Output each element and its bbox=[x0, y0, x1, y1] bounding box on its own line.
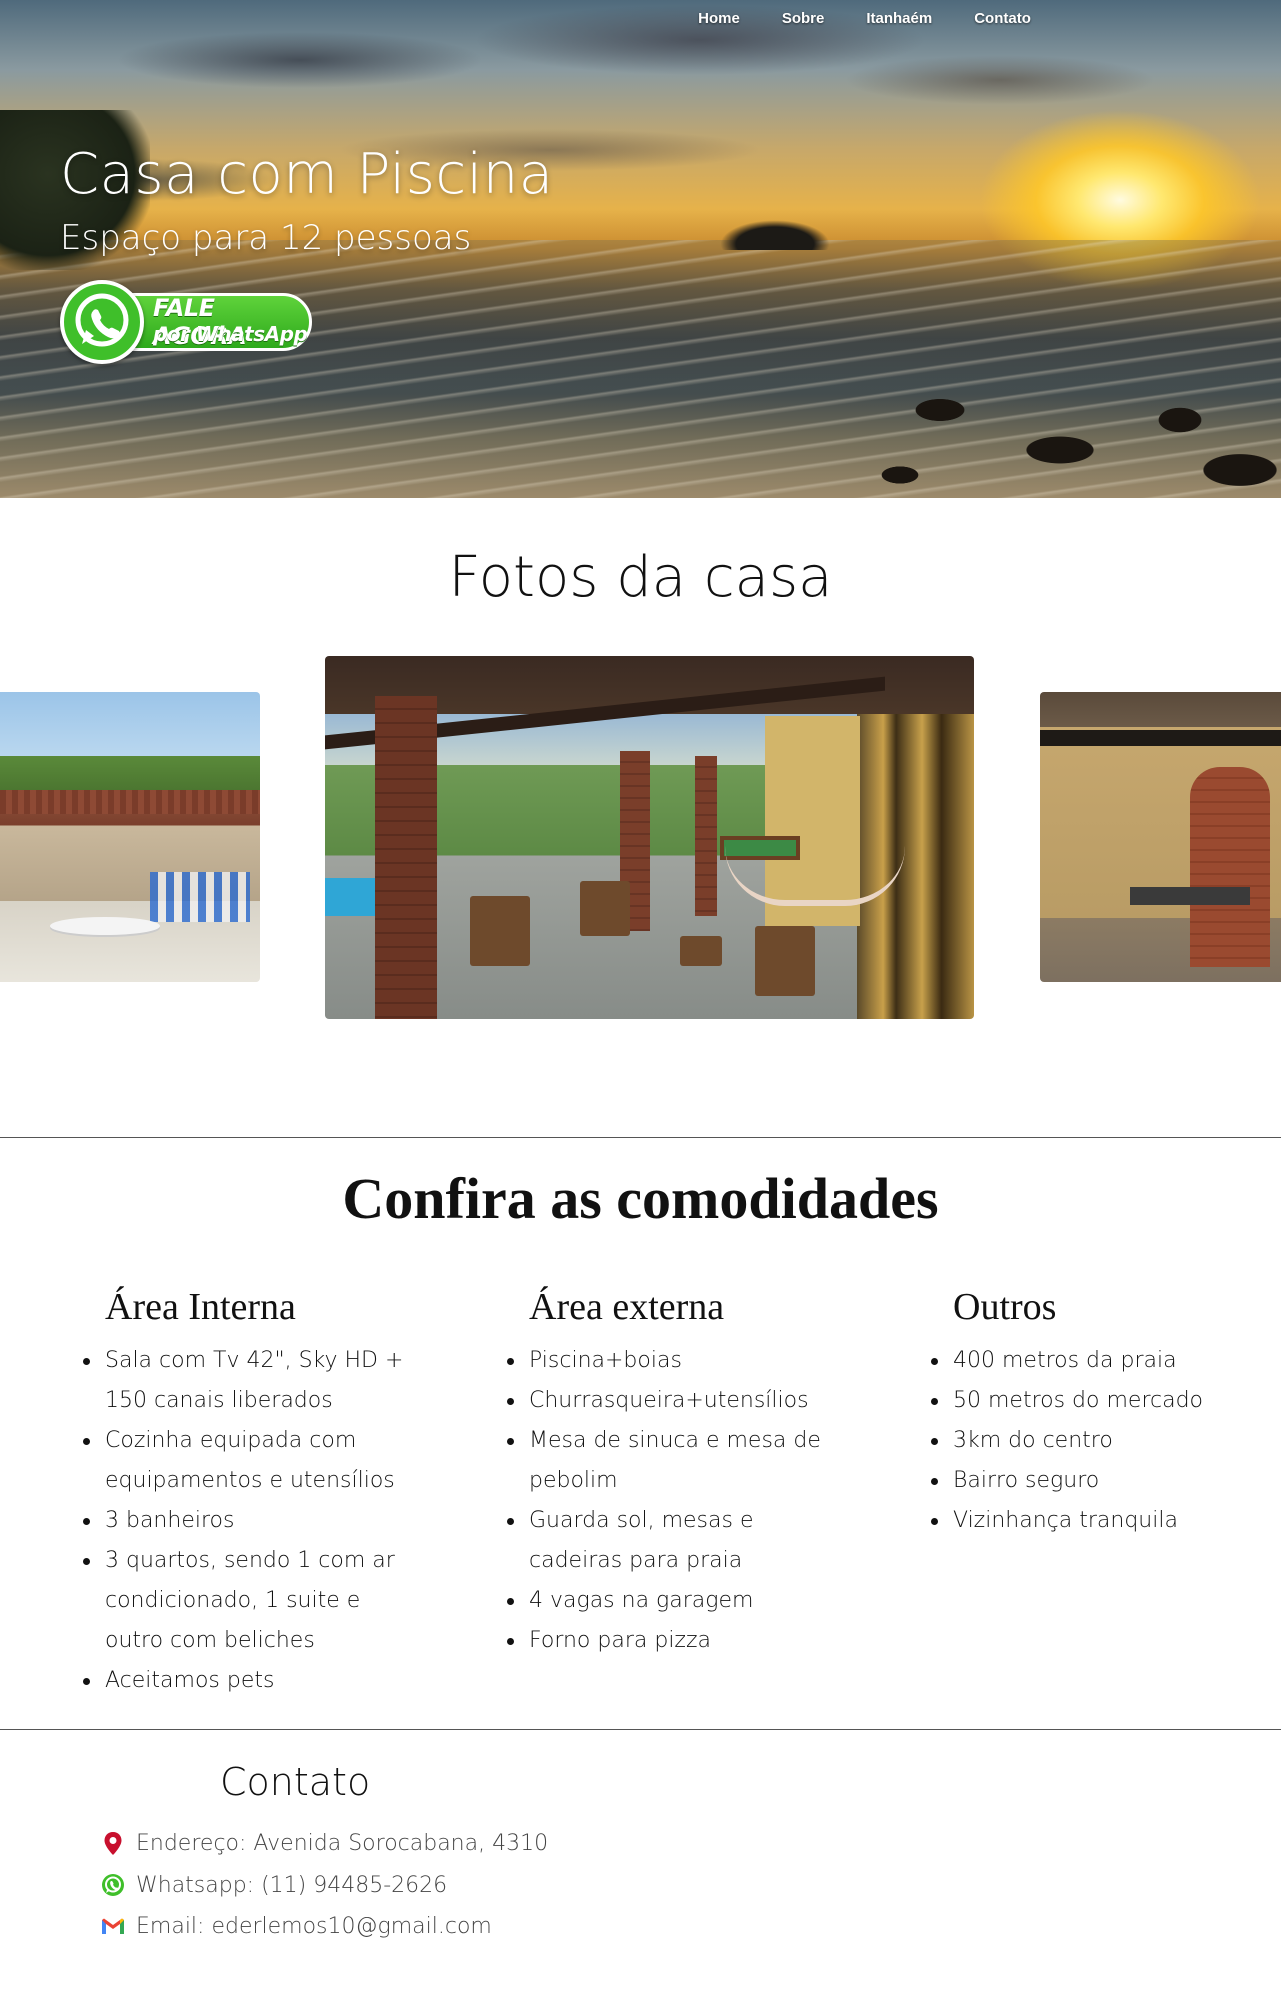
list-item: Guarda sol, mesas e cadeiras para praia bbox=[507, 1501, 837, 1581]
contact-whatsapp-text[interactable]: Whatsapp: (11) 94485-2626 bbox=[136, 1873, 447, 1898]
photos-section-title: Fotos da casa bbox=[448, 545, 833, 610]
nav-sobre[interactable]: Sobre bbox=[761, 8, 846, 29]
list-item: 4 vagas na garagem bbox=[507, 1581, 837, 1621]
list-item: Piscina+boias bbox=[507, 1341, 837, 1381]
carousel-photo-active[interactable] bbox=[325, 656, 974, 1019]
column-heading: Área Interna bbox=[105, 1286, 296, 1328]
contact-title: Contato bbox=[220, 1760, 371, 1804]
whatsapp-icon bbox=[60, 280, 144, 364]
column-heading: Outros bbox=[953, 1286, 1057, 1328]
contact-address: Endereço: Avenida Sorocabana, 4310 bbox=[100, 1830, 548, 1856]
column-heading: Área externa bbox=[529, 1286, 725, 1328]
list-item: Churrasqueira+utensílios bbox=[507, 1381, 837, 1421]
gmail-icon bbox=[100, 1913, 126, 1939]
list-item: Mesa de sinuca e mesa de pebolim bbox=[507, 1421, 837, 1501]
photo-pizza-oven bbox=[1190, 767, 1270, 967]
list-item: Aceitamos pets bbox=[83, 1661, 423, 1701]
nav-home[interactable]: Home bbox=[677, 8, 761, 29]
photo-chair bbox=[755, 926, 815, 996]
photo-beam bbox=[1040, 730, 1281, 746]
list-item: 50 metros do mercado bbox=[931, 1381, 1271, 1421]
hero-island bbox=[720, 220, 830, 250]
top-nav: Home Sobre Itanhaém Contato bbox=[0, 8, 1281, 29]
whatsapp-icon bbox=[100, 1872, 126, 1898]
photo-chair bbox=[470, 896, 530, 966]
nav-itanhaem[interactable]: Itanhaém bbox=[845, 8, 953, 29]
list-item: 400 metros da praia bbox=[931, 1341, 1271, 1381]
photo-bench bbox=[680, 936, 722, 966]
list-item: 3 banheiros bbox=[83, 1501, 423, 1541]
whatsapp-cta-line2: por WhatsApp bbox=[153, 322, 308, 346]
photo-pillar bbox=[695, 756, 717, 916]
photo-pillar bbox=[375, 696, 437, 1019]
amenities-list: Sala com Tv 42", Sky HD + 150 canais lib… bbox=[83, 1341, 423, 1701]
list-item: Sala com Tv 42", Sky HD + 150 canais lib… bbox=[83, 1341, 423, 1421]
photo-table bbox=[50, 917, 160, 935]
carousel-photo-previous[interactable] bbox=[0, 692, 260, 982]
contact-email-text[interactable]: Email: ederlemos10@gmail.com bbox=[136, 1914, 492, 1939]
contact-address-text: Endereço: Avenida Sorocabana, 4310 bbox=[136, 1830, 549, 1856]
hero-subtitle: Espaço para 12 pessoas bbox=[60, 218, 472, 258]
hero-title: Casa com Piscina bbox=[60, 142, 554, 207]
list-item: 3 quartos, sendo 1 com ar condicionado, … bbox=[83, 1541, 423, 1661]
section-divider bbox=[0, 1137, 1281, 1138]
list-item: Forno para pizza bbox=[507, 1621, 837, 1661]
amenities-column-externa: Área externa Piscina+boias Churrasqueira… bbox=[507, 1285, 837, 1661]
amenities-list: Piscina+boias Churrasqueira+utensílios M… bbox=[507, 1341, 837, 1661]
amenities-column-interna: Área Interna Sala com Tv 42", Sky HD + 1… bbox=[83, 1285, 423, 1701]
amenities-title: Confira as comodidades bbox=[342, 1166, 939, 1231]
map-pin-icon bbox=[100, 1830, 126, 1856]
photo-hammock bbox=[725, 846, 905, 906]
list-item: Cozinha equipada com equipamentos e uten… bbox=[83, 1421, 423, 1501]
hero-rocks bbox=[880, 380, 1281, 498]
contact-email[interactable]: Email: ederlemos10@gmail.com bbox=[100, 1913, 492, 1939]
whatsapp-cta-button[interactable]: FALE AGORA por WhatsApp bbox=[60, 280, 315, 364]
section-divider bbox=[0, 1729, 1281, 1730]
list-item: Vizinhança tranquila bbox=[931, 1501, 1271, 1541]
list-item: 3km do centro bbox=[931, 1421, 1271, 1461]
contact-whatsapp[interactable]: Whatsapp: (11) 94485-2626 bbox=[100, 1872, 447, 1898]
photo-roof bbox=[0, 790, 260, 814]
list-item: Bairro seguro bbox=[931, 1461, 1271, 1501]
carousel-photo-next[interactable] bbox=[1040, 692, 1281, 982]
amenities-list: 400 metros da praia 50 metros do mercado… bbox=[931, 1341, 1271, 1541]
amenities-column-outros: Outros 400 metros da praia 50 metros do … bbox=[931, 1285, 1271, 1541]
photo-chairs bbox=[150, 872, 250, 922]
photo-chair bbox=[580, 881, 630, 936]
nav-contato[interactable]: Contato bbox=[953, 8, 1052, 29]
photo-counter bbox=[1130, 887, 1250, 905]
hero-banner: Home Sobre Itanhaém Contato Casa com Pis… bbox=[0, 0, 1281, 498]
